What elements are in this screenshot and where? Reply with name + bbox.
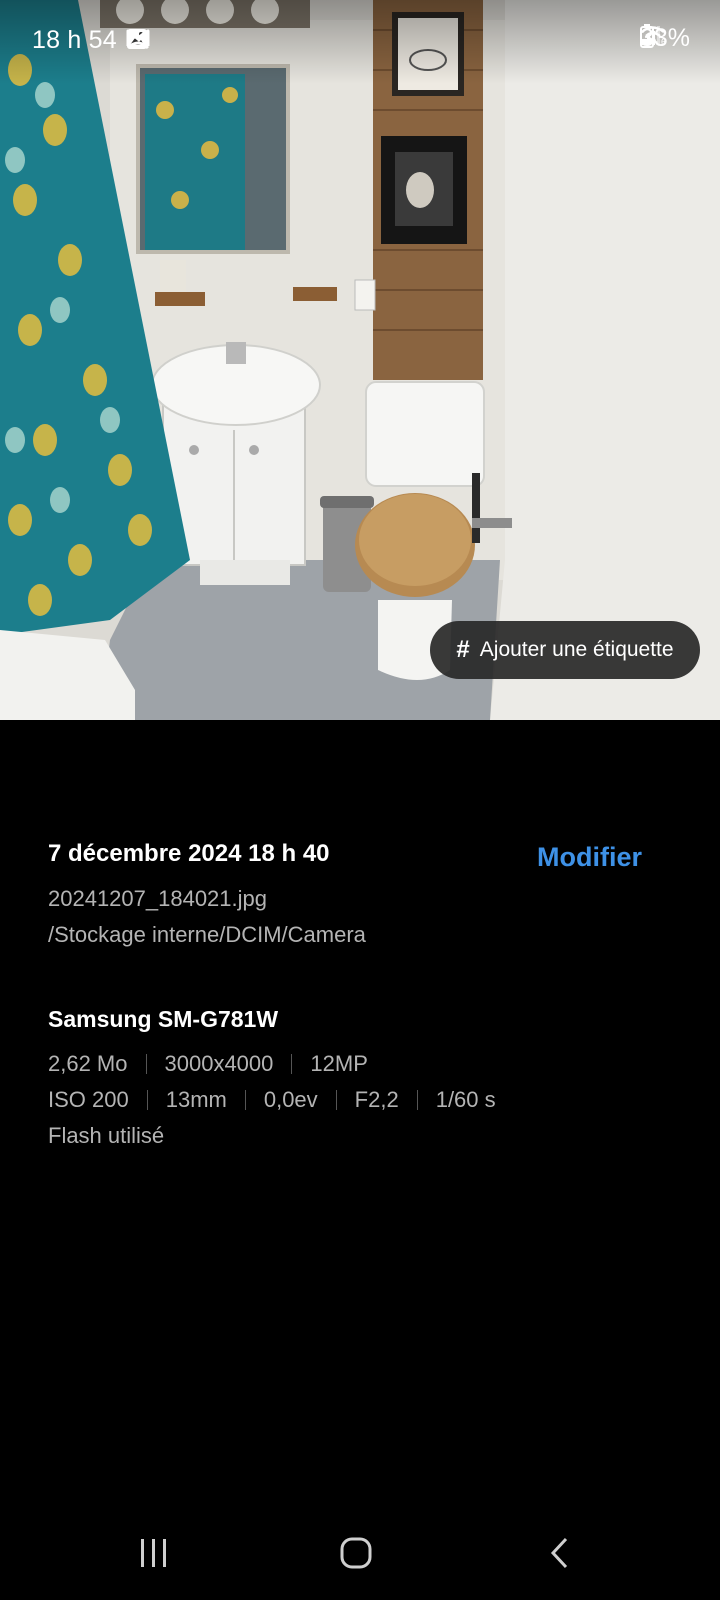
dot-icon [129, 31, 137, 39]
separator [291, 1054, 293, 1074]
status-time: 18 h 54 [32, 26, 117, 54]
camera-model: Samsung SM-G781W [48, 1006, 279, 1032]
system-icons: 6 33% [639, 24, 690, 53]
photo-date: 7 décembre 2024 18 h 40 [48, 840, 330, 867]
separator [244, 1090, 246, 1110]
separator [335, 1090, 337, 1110]
recent-apps-button[interactable] [124, 1530, 184, 1576]
iso-value: ISO 200 [48, 1087, 129, 1112]
file-info-row: 2,62 Mo 3000x4000 12MP [48, 1051, 368, 1077]
shutter-speed: 1/60 s [435, 1087, 496, 1112]
photo-view[interactable]: 18 h 54 6 33% # Ajouter une étiquette [0, 0, 720, 720]
exposure-value: 0,0ev [263, 1087, 318, 1112]
back-button[interactable] [530, 1530, 590, 1576]
add-tag-button[interactable]: # Ajouter une étiquette [430, 621, 700, 679]
separator [146, 1090, 148, 1110]
separator [145, 1054, 147, 1074]
focal-length: 13mm [165, 1087, 227, 1112]
image-resolution: 3000x4000 [164, 1051, 274, 1076]
navigation-bar [0, 1500, 720, 1600]
bathroom-photo [0, 0, 720, 720]
home-button[interactable] [326, 1530, 386, 1576]
hash-icon: # [456, 636, 470, 663]
file-path: /Stockage interne/DCIM/Camera [48, 922, 366, 947]
file-size: 2,62 Mo [48, 1051, 128, 1076]
megapixels: 12MP [310, 1051, 368, 1076]
separator [416, 1090, 418, 1110]
add-tag-label: Ajouter une étiquette [479, 638, 674, 661]
home-icon [340, 1537, 372, 1569]
aperture: F2,2 [354, 1087, 399, 1112]
battery-icon [639, 24, 654, 48]
status-bar: 18 h 54 6 33% [0, 0, 720, 84]
edit-details-button[interactable]: Modifier [537, 842, 642, 873]
exposure-info-row: ISO 200 13mm 0,0ev F2,2 1/60 s [48, 1087, 496, 1113]
recent-apps-icon [141, 1539, 166, 1567]
file-name: 20241207_184021.jpg [48, 886, 268, 911]
flash-status: Flash utilisé [48, 1123, 165, 1148]
back-icon [550, 1537, 568, 1569]
